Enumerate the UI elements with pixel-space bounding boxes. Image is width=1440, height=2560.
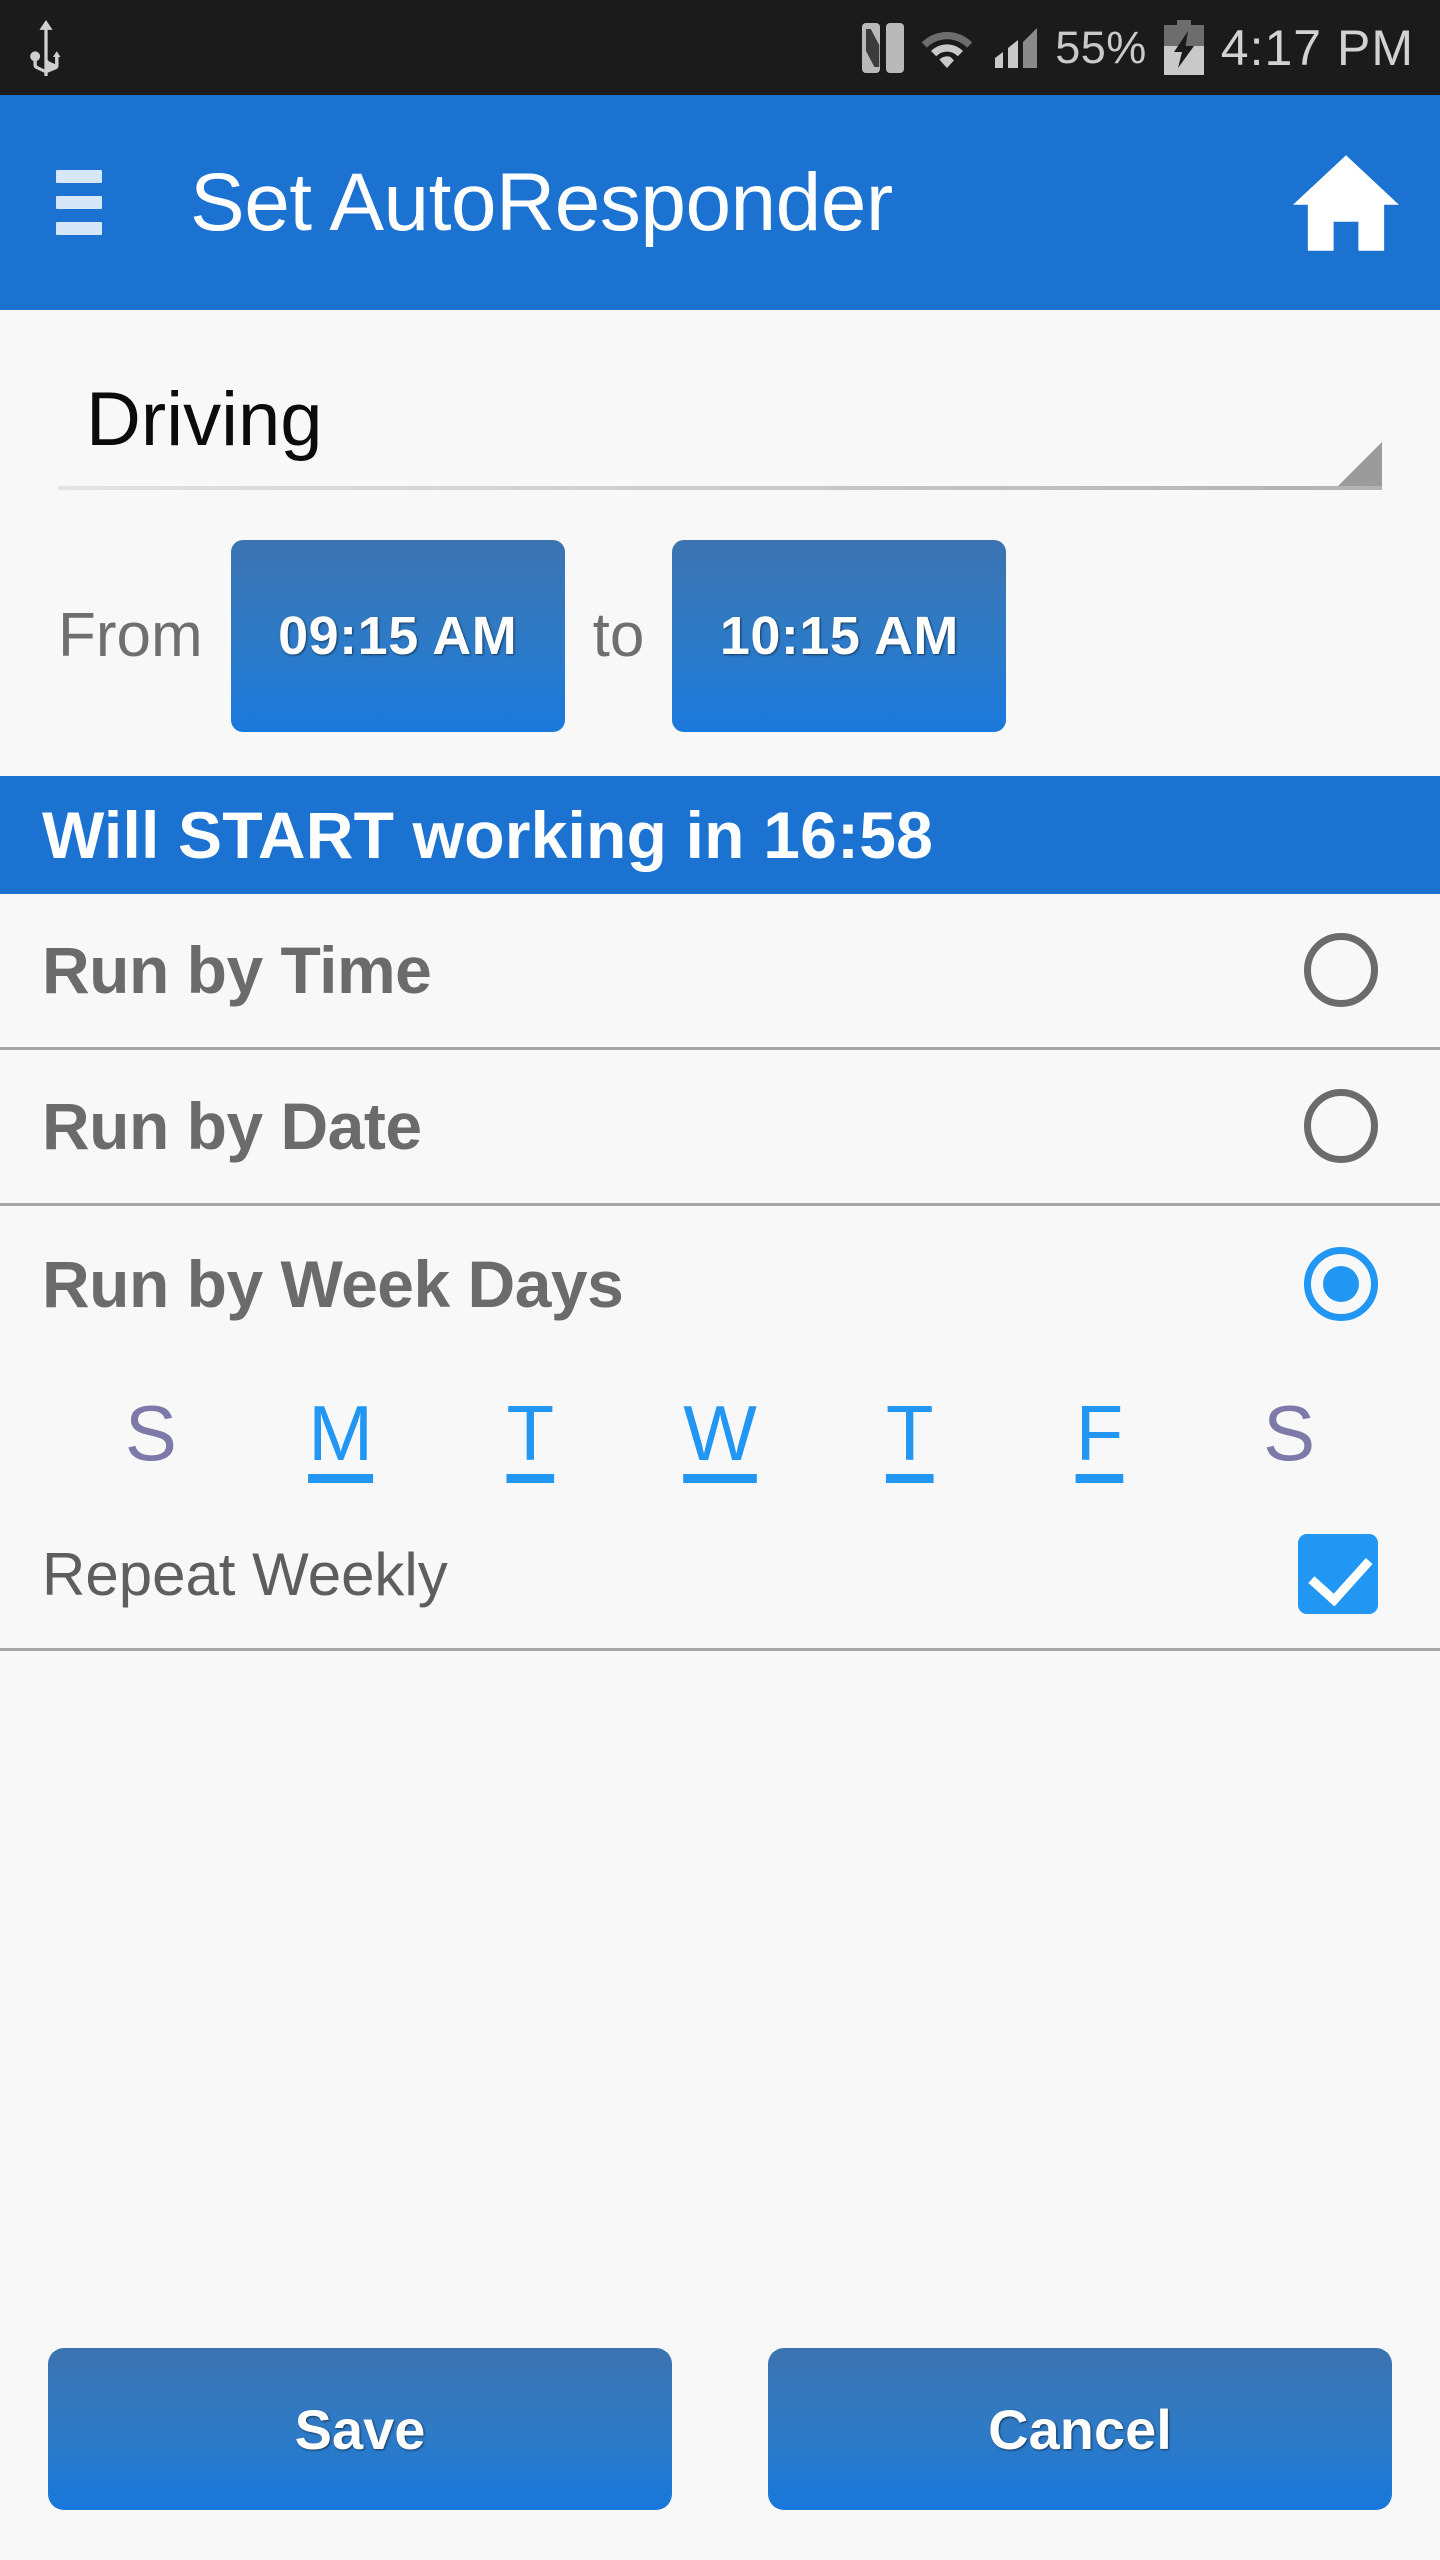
run-by-date-radio[interactable] bbox=[1304, 1089, 1378, 1164]
week-day-selector: S M T W T F S bbox=[0, 1362, 1440, 1501]
page-title: Set AutoResponder bbox=[190, 156, 893, 248]
run-by-week-days-radio[interactable] bbox=[1304, 1246, 1378, 1321]
hamburger-bar bbox=[56, 196, 102, 209]
to-label: to bbox=[592, 601, 645, 671]
run-by-week-days-label: Run by Week Days bbox=[42, 1246, 624, 1321]
week-day-tuesday[interactable]: T bbox=[435, 1386, 625, 1481]
repeat-weekly-label: Repeat Weekly bbox=[42, 1540, 448, 1608]
hamburger-bar bbox=[56, 170, 102, 183]
status-bar: 55% 4:17 PM bbox=[0, 0, 1440, 95]
week-day-friday[interactable]: F bbox=[1005, 1386, 1195, 1481]
battery-charging-icon bbox=[1163, 19, 1205, 76]
signal-bars-icon bbox=[989, 25, 1039, 71]
hamburger-menu-icon[interactable] bbox=[56, 170, 102, 235]
schedule-time-row: From 09:15 AM to 10:15 AM bbox=[0, 500, 1440, 776]
run-by-week-days-row[interactable]: Run by Week Days bbox=[0, 1206, 1440, 1362]
week-day-sunday[interactable]: S bbox=[56, 1386, 246, 1481]
profile-spinner[interactable]: Driving bbox=[58, 358, 1382, 500]
battery-percent-label: 55% bbox=[1055, 21, 1147, 73]
week-day-monday[interactable]: M bbox=[246, 1386, 436, 1481]
app-screen: 55% 4:17 PM Set AutoResponder Driving Fr… bbox=[0, 0, 1440, 2560]
run-by-time-label: Run by Time bbox=[42, 933, 432, 1008]
status-banner-text: Will START working in 16:58 bbox=[42, 797, 934, 872]
run-by-time-row[interactable]: Run by Time bbox=[0, 894, 1440, 1050]
week-day-saturday[interactable]: S bbox=[1194, 1386, 1384, 1481]
status-bar-right: 55% 4:17 PM bbox=[861, 19, 1414, 77]
run-by-date-label: Run by Date bbox=[42, 1089, 422, 1164]
status-bar-left bbox=[26, 19, 66, 76]
home-icon[interactable] bbox=[1290, 147, 1402, 259]
run-by-date-row[interactable]: Run by Date bbox=[0, 1050, 1440, 1206]
from-label: From bbox=[58, 601, 203, 671]
repeat-weekly-row[interactable]: Repeat Weekly bbox=[0, 1501, 1440, 1651]
run-by-time-radio[interactable] bbox=[1304, 933, 1378, 1008]
footer-actions: Save Cancel bbox=[0, 2348, 1440, 2560]
app-bar: Set AutoResponder bbox=[0, 95, 1440, 310]
profile-spinner-value: Driving bbox=[86, 377, 323, 462]
clock-label: 4:17 PM bbox=[1220, 19, 1414, 76]
spinner-underline bbox=[58, 441, 1382, 490]
week-day-thursday[interactable]: T bbox=[815, 1386, 1005, 1481]
usb-icon bbox=[26, 19, 66, 76]
week-day-wednesday[interactable]: W bbox=[625, 1386, 815, 1481]
wifi-icon bbox=[921, 24, 973, 72]
save-button[interactable]: Save bbox=[48, 2348, 672, 2510]
repeat-weekly-checkbox[interactable] bbox=[1298, 1534, 1378, 1615]
cancel-button[interactable]: Cancel bbox=[768, 2348, 1392, 2510]
from-time-button[interactable]: 09:15 AM bbox=[230, 539, 565, 732]
hamburger-bar bbox=[56, 222, 102, 235]
dropdown-triangle-icon bbox=[1338, 441, 1382, 486]
status-banner: Will START working in 16:58 bbox=[0, 775, 1440, 894]
nfc-icon bbox=[861, 22, 905, 74]
to-time-button[interactable]: 10:15 AM bbox=[672, 539, 1007, 732]
